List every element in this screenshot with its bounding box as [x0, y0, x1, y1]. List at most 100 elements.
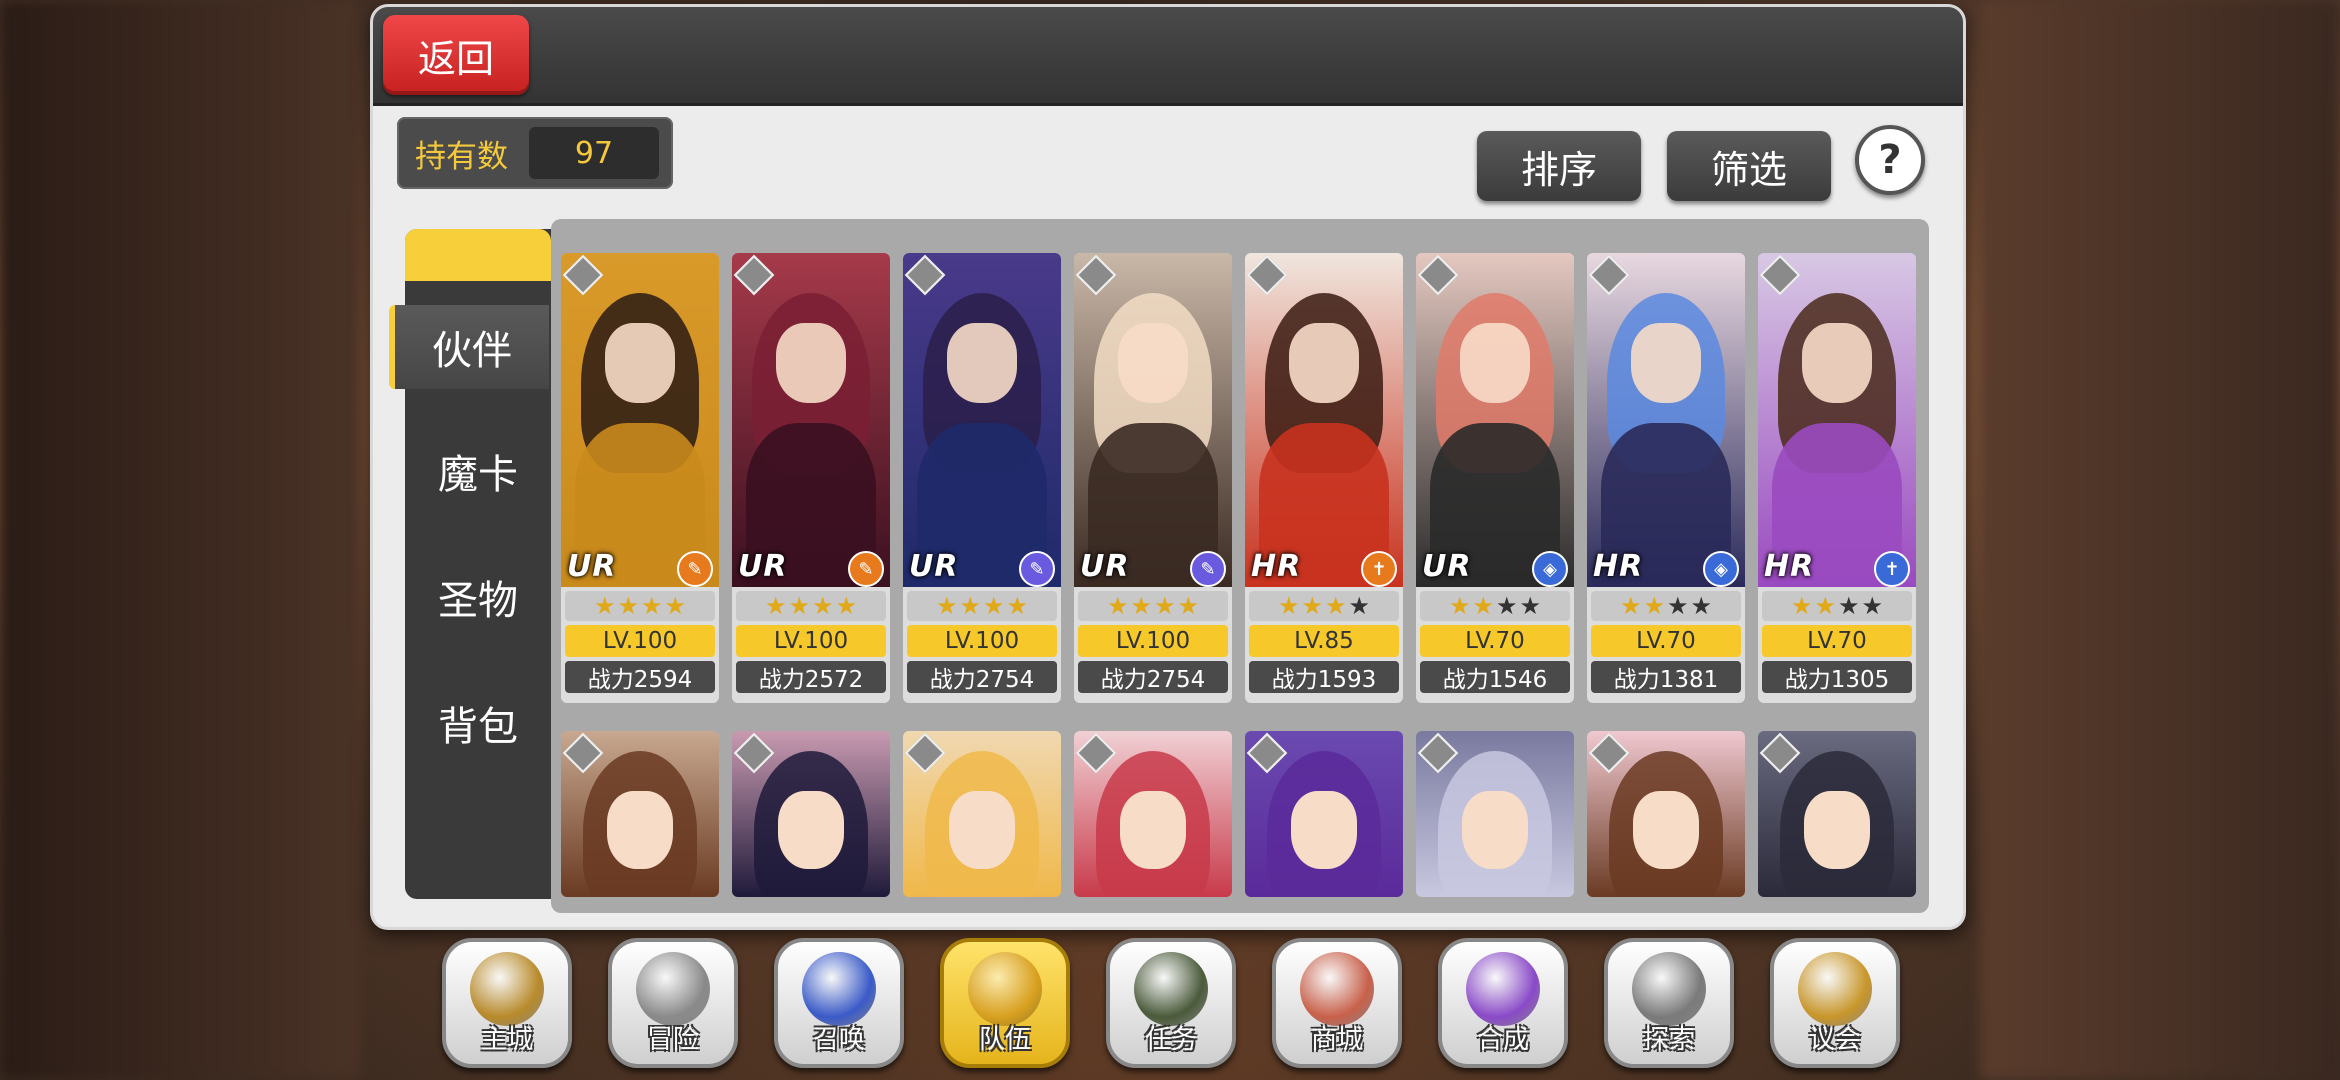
character-portrait: [903, 253, 1061, 587]
nav-council-crest[interactable]: 议会: [1770, 938, 1900, 1068]
portrait-face: [1462, 791, 1528, 869]
nav-shop-tree[interactable]: 商城: [1272, 938, 1402, 1068]
character-card[interactable]: HR ✝ ★ ★ ★ ★ LV.85 战力1593: [1245, 253, 1403, 703]
portrait-face: [947, 323, 1017, 403]
rarity-badge: UR: [1080, 549, 1130, 584]
synthesis-flask-icon: [1466, 952, 1540, 1026]
character-card[interactable]: [732, 731, 890, 897]
character-card[interactable]: HR ◈ ★ ★ ★ ★ LV.70 战力1381: [1587, 253, 1745, 703]
background-bookshelf-left: [0, 0, 360, 1080]
star-empty-icon: ★: [1496, 592, 1518, 620]
help-button[interactable]: ?: [1855, 125, 1925, 195]
star-rating: ★ ★ ★ ★: [1078, 591, 1228, 621]
star-rating: ★ ★ ★ ★: [1762, 591, 1912, 621]
star-filled-icon: ★: [812, 592, 834, 620]
crossed-swords-icon: [636, 952, 710, 1026]
character-power: 战力2594: [565, 661, 715, 693]
crown-castle-icon: [470, 952, 544, 1026]
character-power: 战力2754: [907, 661, 1057, 693]
character-portrait: [732, 253, 890, 587]
character-card[interactable]: UR ✎ ★ ★ ★ ★ LV.100 战力2754: [903, 253, 1061, 703]
star-empty-icon: ★: [1667, 592, 1689, 620]
character-grid: UR ✎ ★ ★ ★ ★ LV.100 战力2594 UR ✎ ★ ★ ★ ★ LV.100 战力2572 UR…: [551, 219, 1929, 913]
rarity-badge: HR: [1251, 549, 1302, 584]
portrait-face: [1804, 791, 1870, 869]
element-diamond-icon: [733, 732, 775, 774]
character-card[interactable]: [1416, 731, 1574, 897]
nav-summon-card[interactable]: 召唤: [774, 938, 904, 1068]
team-helmet-icon: [968, 952, 1042, 1026]
sort-button[interactable]: 排序: [1477, 131, 1641, 201]
category-tabs: 伙伴 魔卡 圣物 背包: [389, 229, 551, 899]
summon-card-icon: [802, 952, 876, 1026]
wrench-icon: ✎: [848, 551, 884, 587]
star-filled-icon: ★: [1177, 592, 1200, 620]
character-level: LV.100: [736, 625, 886, 657]
character-card[interactable]: [1245, 731, 1403, 897]
character-card[interactable]: [561, 731, 719, 897]
star-empty-icon: ★: [1519, 592, 1542, 620]
nav-label: 队伍: [978, 1025, 1031, 1055]
filter-button[interactable]: 筛选: [1667, 131, 1831, 201]
portrait-face: [607, 791, 673, 869]
character-card[interactable]: [1587, 731, 1745, 897]
character-card[interactable]: UR ✎ ★ ★ ★ ★ LV.100 战力2594: [561, 253, 719, 703]
portrait-face: [1631, 323, 1701, 403]
star-rating: ★ ★ ★ ★: [1249, 591, 1399, 621]
tab-magic-cards[interactable]: 魔卡: [405, 429, 551, 513]
star-filled-icon: ★: [1006, 592, 1029, 620]
element-diamond-icon: [1246, 732, 1288, 774]
character-card[interactable]: [903, 731, 1061, 897]
star-filled-icon: ★: [1790, 592, 1813, 620]
star-rating: ★ ★ ★ ★: [1420, 591, 1570, 621]
shield-icon: ◈: [1532, 551, 1568, 587]
portrait-face: [1460, 323, 1530, 403]
tab-backpack[interactable]: 背包: [405, 681, 551, 765]
star-filled-icon: ★: [1643, 592, 1665, 620]
character-card[interactable]: UR ✎ ★ ★ ★ ★ LV.100 战力2572: [732, 253, 890, 703]
wrench-icon: ✎: [677, 551, 713, 587]
portrait-face: [949, 791, 1015, 869]
star-empty-icon: ★: [1690, 592, 1713, 620]
star-filled-icon: ★: [641, 592, 663, 620]
shop-tree-icon: [1300, 952, 1374, 1026]
quest-book-icon: [1134, 952, 1208, 1026]
rarity-badge: UR: [738, 549, 788, 584]
back-button[interactable]: 返回: [383, 15, 529, 95]
owned-count-box: 持有数 97: [397, 117, 673, 189]
nav-label: 冒险: [646, 1025, 699, 1055]
shield-icon: ◈: [1703, 551, 1739, 587]
nav-label: 合成: [1476, 1025, 1529, 1055]
element-diamond-icon: [562, 732, 604, 774]
nav-label: 召唤: [812, 1025, 865, 1055]
tab-partners[interactable]: 伙伴: [389, 305, 549, 389]
nav-synthesis-flask[interactable]: 合成: [1438, 938, 1568, 1068]
star-rating: ★ ★ ★ ★: [565, 591, 715, 621]
star-filled-icon: ★: [1130, 592, 1152, 620]
element-diamond-icon: [1588, 732, 1630, 774]
character-card[interactable]: HR ✝ ★ ★ ★ ★ LV.70 战力1305: [1758, 253, 1916, 703]
star-filled-icon: ★: [1277, 592, 1300, 620]
character-card[interactable]: [1758, 731, 1916, 897]
star-rating: ★ ★ ★ ★: [907, 591, 1057, 621]
tab-relics[interactable]: 圣物: [405, 555, 551, 639]
nav-label: 议会: [1808, 1025, 1861, 1055]
character-card[interactable]: UR ◈ ★ ★ ★ ★ LV.70 战力1546: [1416, 253, 1574, 703]
star-filled-icon: ★: [1814, 592, 1836, 620]
character-level: LV.70: [1762, 625, 1912, 657]
nav-explore-compass[interactable]: 探索: [1604, 938, 1734, 1068]
character-portrait: [1416, 253, 1574, 587]
element-diamond-icon: [1417, 732, 1459, 774]
council-crest-icon: [1798, 952, 1872, 1026]
nav-quest-book[interactable]: 任务: [1106, 938, 1236, 1068]
nav-team-helmet[interactable]: 队伍: [940, 938, 1070, 1068]
character-power: 战力1381: [1591, 661, 1741, 693]
character-card[interactable]: UR ✎ ★ ★ ★ ★ LV.100 战力2754: [1074, 253, 1232, 703]
nav-crown-castle[interactable]: 主城: [442, 938, 572, 1068]
character-level: LV.70: [1591, 625, 1741, 657]
nav-crossed-swords[interactable]: 冒险: [608, 938, 738, 1068]
character-card[interactable]: [1074, 731, 1232, 897]
star-filled-icon: ★: [1325, 592, 1347, 620]
portrait-face: [1120, 791, 1186, 869]
character-level: LV.85: [1249, 625, 1399, 657]
